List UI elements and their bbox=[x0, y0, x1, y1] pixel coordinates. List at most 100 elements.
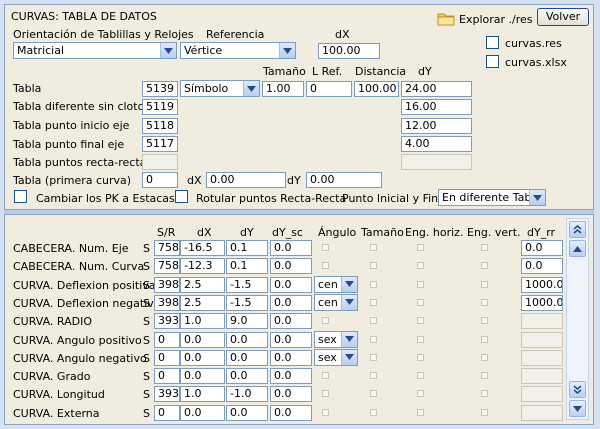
row-dy-input[interactable]: 0.0 bbox=[226, 349, 268, 366]
row-eng-vert-checkbox[interactable] bbox=[481, 390, 488, 398]
row-dyrr-input[interactable]: 0.0 bbox=[521, 258, 563, 275]
row-tamano-checkbox[interactable] bbox=[370, 372, 377, 380]
dx-input[interactable]: 100.00 bbox=[318, 43, 380, 59]
primera-dx-input[interactable]: 0.00 bbox=[206, 172, 286, 188]
row-sr-input[interactable]: 393 bbox=[154, 313, 180, 330]
primera-dy-input[interactable]: 0.00 bbox=[306, 172, 382, 188]
row-eng-horiz-checkbox[interactable] bbox=[417, 317, 424, 325]
row-dysc-input[interactable]: 0.0 bbox=[270, 240, 312, 256]
row-tamano-checkbox[interactable] bbox=[370, 262, 377, 270]
row-dyrr-input[interactable] bbox=[521, 386, 563, 403]
row-dysc-input[interactable]: 0.0 bbox=[270, 294, 312, 311]
row-dx-input[interactable]: 0.0 bbox=[180, 331, 225, 348]
row-eng-vert-checkbox[interactable] bbox=[481, 317, 488, 325]
row-tamano-checkbox[interactable] bbox=[370, 280, 377, 288]
row-dysc-input[interactable]: 0.0 bbox=[270, 331, 312, 348]
row-sr-input[interactable]: 758 bbox=[154, 240, 180, 256]
scrollbar[interactable] bbox=[566, 218, 589, 420]
row-eng-vert-checkbox[interactable] bbox=[481, 298, 488, 306]
distancia-input[interactable]: 100.00 bbox=[354, 81, 399, 97]
row-tamano-checkbox[interactable] bbox=[370, 298, 377, 306]
tabla-inicio-eje-dy-input[interactable]: 12.00 bbox=[401, 118, 472, 134]
row-dy-input[interactable]: -1.5 bbox=[226, 276, 268, 293]
row-dysc-input[interactable]: 0.0 bbox=[270, 386, 312, 403]
row-dysc-input[interactable]: 0.0 bbox=[270, 313, 312, 330]
row-eng-horiz-checkbox[interactable] bbox=[417, 244, 424, 251]
row-eng-horiz-checkbox[interactable] bbox=[417, 262, 424, 270]
row-dx-input[interactable]: 2.5 bbox=[180, 276, 225, 293]
rotular-checkbox[interactable] bbox=[175, 190, 188, 203]
row-dyrr-input[interactable] bbox=[521, 404, 563, 421]
volver-button[interactable]: Volver bbox=[537, 8, 589, 26]
row-eng-vert-checkbox[interactable] bbox=[481, 335, 488, 343]
row-dy-input[interactable]: 0.0 bbox=[226, 404, 268, 421]
row-angulo-checkbox[interactable] bbox=[322, 390, 329, 398]
tabla-inicio-eje-input[interactable]: 5118 bbox=[142, 118, 178, 134]
row-eng-vert-checkbox[interactable] bbox=[481, 280, 488, 288]
row-tamano-checkbox[interactable] bbox=[370, 353, 377, 361]
row-dy-input[interactable]: 9.0 bbox=[226, 313, 268, 330]
row-dysc-input[interactable]: 0.0 bbox=[270, 258, 312, 275]
row-dysc-input[interactable]: 0.0 bbox=[270, 368, 312, 385]
row-sr-input[interactable]: 0 bbox=[154, 404, 180, 421]
row-eng-horiz-checkbox[interactable] bbox=[417, 280, 424, 288]
row-sr-input[interactable]: 0 bbox=[154, 331, 180, 348]
row-dysc-input[interactable]: 0.0 bbox=[270, 276, 312, 293]
row-angulo-select[interactable]: sex bbox=[314, 330, 358, 348]
row-sr-input[interactable]: 398 bbox=[154, 276, 180, 293]
row-eng-vert-checkbox[interactable] bbox=[481, 372, 488, 380]
tamano-input[interactable]: 1.00 bbox=[262, 81, 304, 97]
row-dysc-input[interactable]: 0.0 bbox=[270, 349, 312, 366]
row-sr-input[interactable]: 0 bbox=[154, 349, 180, 366]
row-eng-horiz-checkbox[interactable] bbox=[417, 390, 424, 398]
row-dyrr-input[interactable] bbox=[521, 313, 563, 330]
row-dyrr-input[interactable]: 0.0 bbox=[521, 240, 563, 256]
lref-input[interactable]: 0 bbox=[306, 81, 352, 97]
scroll-top-button[interactable] bbox=[569, 221, 586, 238]
tabla-sin-clotoides-input[interactable]: 5119 bbox=[142, 99, 178, 115]
tabla-recta-recta-input[interactable] bbox=[142, 154, 178, 170]
row-dx-input[interactable]: -12.3 bbox=[180, 258, 225, 275]
row-angulo-select[interactable]: cen bbox=[314, 275, 358, 293]
row-eng-vert-checkbox[interactable] bbox=[481, 353, 488, 361]
row-eng-horiz-checkbox[interactable] bbox=[417, 298, 424, 306]
row-angulo-checkbox[interactable] bbox=[322, 262, 329, 270]
tabla-final-eje-input[interactable]: 5117 bbox=[142, 136, 178, 152]
row-angulo-checkbox[interactable] bbox=[322, 317, 329, 325]
row-sr-input[interactable]: 0 bbox=[154, 368, 180, 385]
row-dy-input[interactable]: -1.5 bbox=[226, 294, 268, 311]
scroll-down-button[interactable] bbox=[569, 400, 586, 417]
punto-select[interactable]: En diferente Tabla bbox=[438, 189, 546, 206]
row-dx-input[interactable]: 1.0 bbox=[180, 386, 225, 403]
tabla-num-input[interactable]: 5139 bbox=[142, 81, 178, 97]
row-tamano-checkbox[interactable] bbox=[370, 317, 377, 325]
row-angulo-checkbox[interactable] bbox=[322, 372, 329, 380]
row-dx-input[interactable]: 2.5 bbox=[180, 294, 225, 311]
primera-curva-input[interactable]: 0 bbox=[142, 172, 178, 188]
row-eng-horiz-checkbox[interactable] bbox=[417, 372, 424, 380]
row-dy-input[interactable]: 0.0 bbox=[226, 331, 268, 348]
cambiar-pk-checkbox[interactable] bbox=[14, 190, 27, 203]
row-sr-input[interactable]: 393 bbox=[154, 386, 180, 403]
row-dyrr-input[interactable]: 1000.0 bbox=[521, 294, 563, 311]
tabla-final-eje-dy-input[interactable]: 4.00 bbox=[401, 136, 472, 152]
row-eng-horiz-checkbox[interactable] bbox=[417, 408, 424, 416]
row-angulo-checkbox[interactable] bbox=[322, 244, 329, 251]
row-tamano-checkbox[interactable] bbox=[370, 390, 377, 398]
row-dyrr-input[interactable] bbox=[521, 349, 563, 366]
row-eng-horiz-checkbox[interactable] bbox=[417, 353, 424, 361]
tabla-recta-recta-dy-input[interactable] bbox=[401, 154, 472, 170]
tabla-sin-clotoides-dy-input[interactable]: 16.00 bbox=[401, 99, 472, 115]
row-sr-input[interactable]: 758 bbox=[154, 258, 180, 275]
row-angulo-checkbox[interactable] bbox=[322, 408, 329, 416]
row-tamano-checkbox[interactable] bbox=[370, 335, 377, 343]
row-eng-vert-checkbox[interactable] bbox=[481, 408, 488, 416]
orientacion-select[interactable]: Matricial bbox=[13, 42, 177, 59]
scroll-bottom-button[interactable] bbox=[569, 381, 586, 398]
scroll-up-button[interactable] bbox=[569, 240, 586, 257]
row-angulo-select[interactable]: cen bbox=[314, 293, 358, 311]
tabla-dy-input[interactable]: 24.00 bbox=[401, 81, 472, 97]
curvas-xlsx-checkbox[interactable] bbox=[486, 55, 499, 68]
row-dy-input[interactable]: 0.0 bbox=[226, 368, 268, 385]
row-dyrr-input[interactable] bbox=[521, 331, 563, 348]
